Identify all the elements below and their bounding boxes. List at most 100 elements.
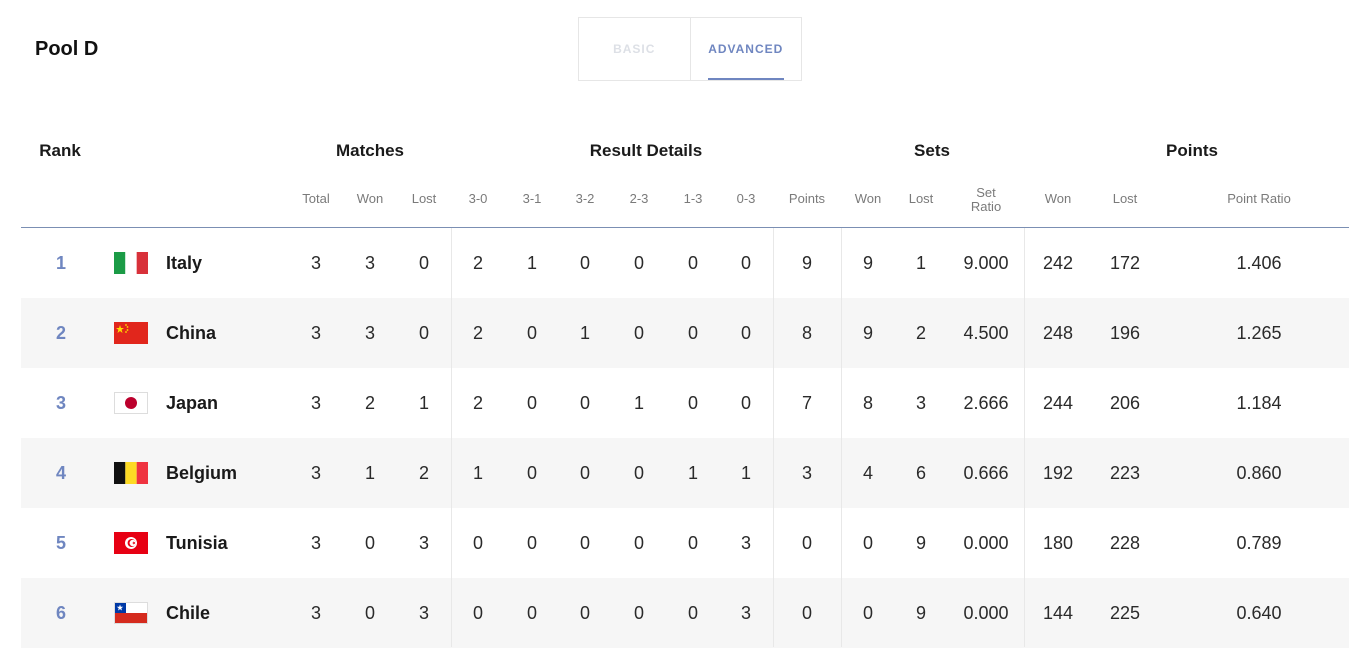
cell-r23: 0 bbox=[633, 323, 645, 343]
cell-won: 3 bbox=[364, 323, 376, 343]
cell-point-ratio: 0.789 bbox=[1236, 533, 1282, 553]
cell-sets-won: 9 bbox=[862, 323, 874, 343]
cell-r32: 0 bbox=[579, 463, 591, 483]
col-header-0-3[interactable]: 0-3 bbox=[737, 192, 756, 206]
cell-r31: 0 bbox=[526, 533, 538, 553]
cell-total: 3 bbox=[310, 393, 322, 413]
cell-lost: 0 bbox=[418, 253, 430, 273]
cell-point-ratio: 1.265 bbox=[1236, 323, 1282, 343]
tab-advanced[interactable]: ADVANCED bbox=[691, 18, 802, 80]
col-header-point-ratio[interactable]: Point Ratio bbox=[1227, 192, 1291, 206]
rank-value: 4 bbox=[55, 463, 67, 483]
table-row[interactable]: 6 Chile 3 0 3 0 0 0 0 0 3 0 0 9 0.000 144 225 0.640 bbox=[21, 578, 1349, 648]
cell-total: 3 bbox=[310, 463, 322, 483]
cell-won: 0 bbox=[364, 533, 376, 553]
sets-header: Sets bbox=[914, 141, 950, 160]
country-name[interactable]: Chile bbox=[166, 578, 210, 648]
rank-value: 3 bbox=[55, 393, 67, 413]
country-name[interactable]: China bbox=[166, 298, 216, 368]
col-header-sets-lost[interactable]: Lost bbox=[909, 192, 934, 206]
col-header-set-ratio[interactable]: Set Ratio bbox=[971, 186, 1001, 214]
cell-r03: 3 bbox=[740, 533, 752, 553]
cell-r31: 1 bbox=[526, 253, 538, 273]
cell-points: 8 bbox=[801, 323, 813, 343]
cell-won: 2 bbox=[364, 393, 376, 413]
column-divider bbox=[1024, 228, 1025, 647]
country-name[interactable]: Tunisia bbox=[166, 508, 228, 578]
matches-header: Matches bbox=[335, 141, 405, 160]
column-divider bbox=[773, 228, 774, 647]
col-header-points-won[interactable]: Won bbox=[1045, 192, 1072, 206]
rank-value: 1 bbox=[55, 253, 67, 273]
col-header-points[interactable]: Points bbox=[789, 192, 825, 206]
cell-pts-lost: 228 bbox=[1109, 533, 1141, 553]
col-header-3-2[interactable]: 3-2 bbox=[576, 192, 595, 206]
col-header-3-0[interactable]: 3-0 bbox=[469, 192, 488, 206]
column-divider bbox=[451, 228, 452, 647]
table-row[interactable]: 4 Belgium 3 1 2 1 0 0 0 1 1 3 4 6 0.666 192 223 0.860 bbox=[21, 438, 1349, 508]
cell-pts-won: 192 bbox=[1042, 463, 1074, 483]
col-header-sets-won[interactable]: Won bbox=[855, 192, 882, 206]
cell-r23: 0 bbox=[633, 253, 645, 273]
cell-r13: 0 bbox=[687, 603, 699, 623]
result-details-header: Result Details bbox=[589, 141, 703, 160]
view-tabs: BASIC ADVANCED bbox=[578, 17, 802, 81]
cell-won: 1 bbox=[364, 463, 376, 483]
cell-lost: 0 bbox=[418, 323, 430, 343]
cell-pts-lost: 196 bbox=[1109, 323, 1141, 343]
rank-value: 2 bbox=[55, 323, 67, 343]
cell-r13: 0 bbox=[687, 253, 699, 273]
tab-basic[interactable]: BASIC bbox=[579, 18, 691, 80]
col-header-total[interactable]: Total bbox=[302, 192, 329, 206]
col-header-2-3[interactable]: 2-3 bbox=[630, 192, 649, 206]
chile-flag-icon bbox=[114, 602, 148, 624]
table-row[interactable]: 5 Tunisia 3 0 3 0 0 0 0 0 3 0 0 9 0.000 180 228 0.789 bbox=[21, 508, 1349, 578]
table-row[interactable]: 3 Japan 3 2 1 2 0 0 1 0 0 7 8 3 2.666 244 206 1.184 bbox=[21, 368, 1349, 438]
cell-lost: 1 bbox=[418, 393, 430, 413]
cell-point-ratio: 0.640 bbox=[1236, 603, 1282, 623]
col-header-lost[interactable]: Lost bbox=[412, 192, 437, 206]
cell-r23: 0 bbox=[633, 463, 645, 483]
cell-point-ratio: 0.860 bbox=[1236, 463, 1282, 483]
cell-r03: 3 bbox=[740, 603, 752, 623]
col-header-3-1[interactable]: 3-1 bbox=[523, 192, 542, 206]
cell-r31: 0 bbox=[526, 603, 538, 623]
col-header-1-3[interactable]: 1-3 bbox=[684, 192, 703, 206]
cell-set-ratio: 0.666 bbox=[963, 463, 1009, 483]
cell-r32: 1 bbox=[579, 323, 591, 343]
cell-lost: 3 bbox=[418, 603, 430, 623]
col-header-points-lost[interactable]: Lost bbox=[1113, 192, 1138, 206]
cell-lost: 3 bbox=[418, 533, 430, 553]
cell-pts-lost: 172 bbox=[1109, 253, 1141, 273]
cell-pts-won: 180 bbox=[1042, 533, 1074, 553]
cell-total: 3 bbox=[310, 603, 322, 623]
cell-point-ratio: 1.406 bbox=[1236, 253, 1282, 273]
page-title: Pool D bbox=[35, 38, 99, 60]
cell-sets-lost: 2 bbox=[915, 323, 927, 343]
table-row[interactable]: 2 China 3 3 0 2 0 1 0 0 0 8 9 2 4.500 248 196 1.265 bbox=[21, 298, 1349, 368]
column-divider bbox=[841, 228, 842, 647]
cell-sets-lost: 1 bbox=[915, 253, 927, 273]
cell-r30: 2 bbox=[472, 323, 484, 343]
cell-sets-won: 8 bbox=[862, 393, 874, 413]
cell-set-ratio: 4.500 bbox=[963, 323, 1009, 343]
cell-pts-won: 248 bbox=[1042, 323, 1074, 343]
country-name[interactable]: Italy bbox=[166, 228, 202, 298]
cell-r31: 0 bbox=[526, 463, 538, 483]
cell-r23: 0 bbox=[633, 603, 645, 623]
cell-won: 0 bbox=[364, 603, 376, 623]
cell-won: 3 bbox=[364, 253, 376, 273]
rank-header[interactable]: Rank bbox=[39, 141, 81, 161]
col-header-won[interactable]: Won bbox=[357, 192, 384, 206]
cell-r03: 0 bbox=[740, 393, 752, 413]
table-row[interactable]: 1 Italy 3 3 0 2 1 0 0 0 0 9 9 1 9.000 242 172 1.406 bbox=[21, 228, 1349, 298]
country-name[interactable]: Japan bbox=[166, 368, 218, 438]
cell-r03: 0 bbox=[740, 323, 752, 343]
cell-set-ratio: 9.000 bbox=[963, 253, 1009, 273]
cell-sets-won: 4 bbox=[862, 463, 874, 483]
set-ratio-label-line2: Ratio bbox=[970, 199, 1002, 214]
cell-r30: 2 bbox=[472, 253, 484, 273]
country-name[interactable]: Belgium bbox=[166, 438, 237, 508]
italy-flag-icon bbox=[114, 252, 148, 274]
cell-total: 3 bbox=[310, 253, 322, 273]
